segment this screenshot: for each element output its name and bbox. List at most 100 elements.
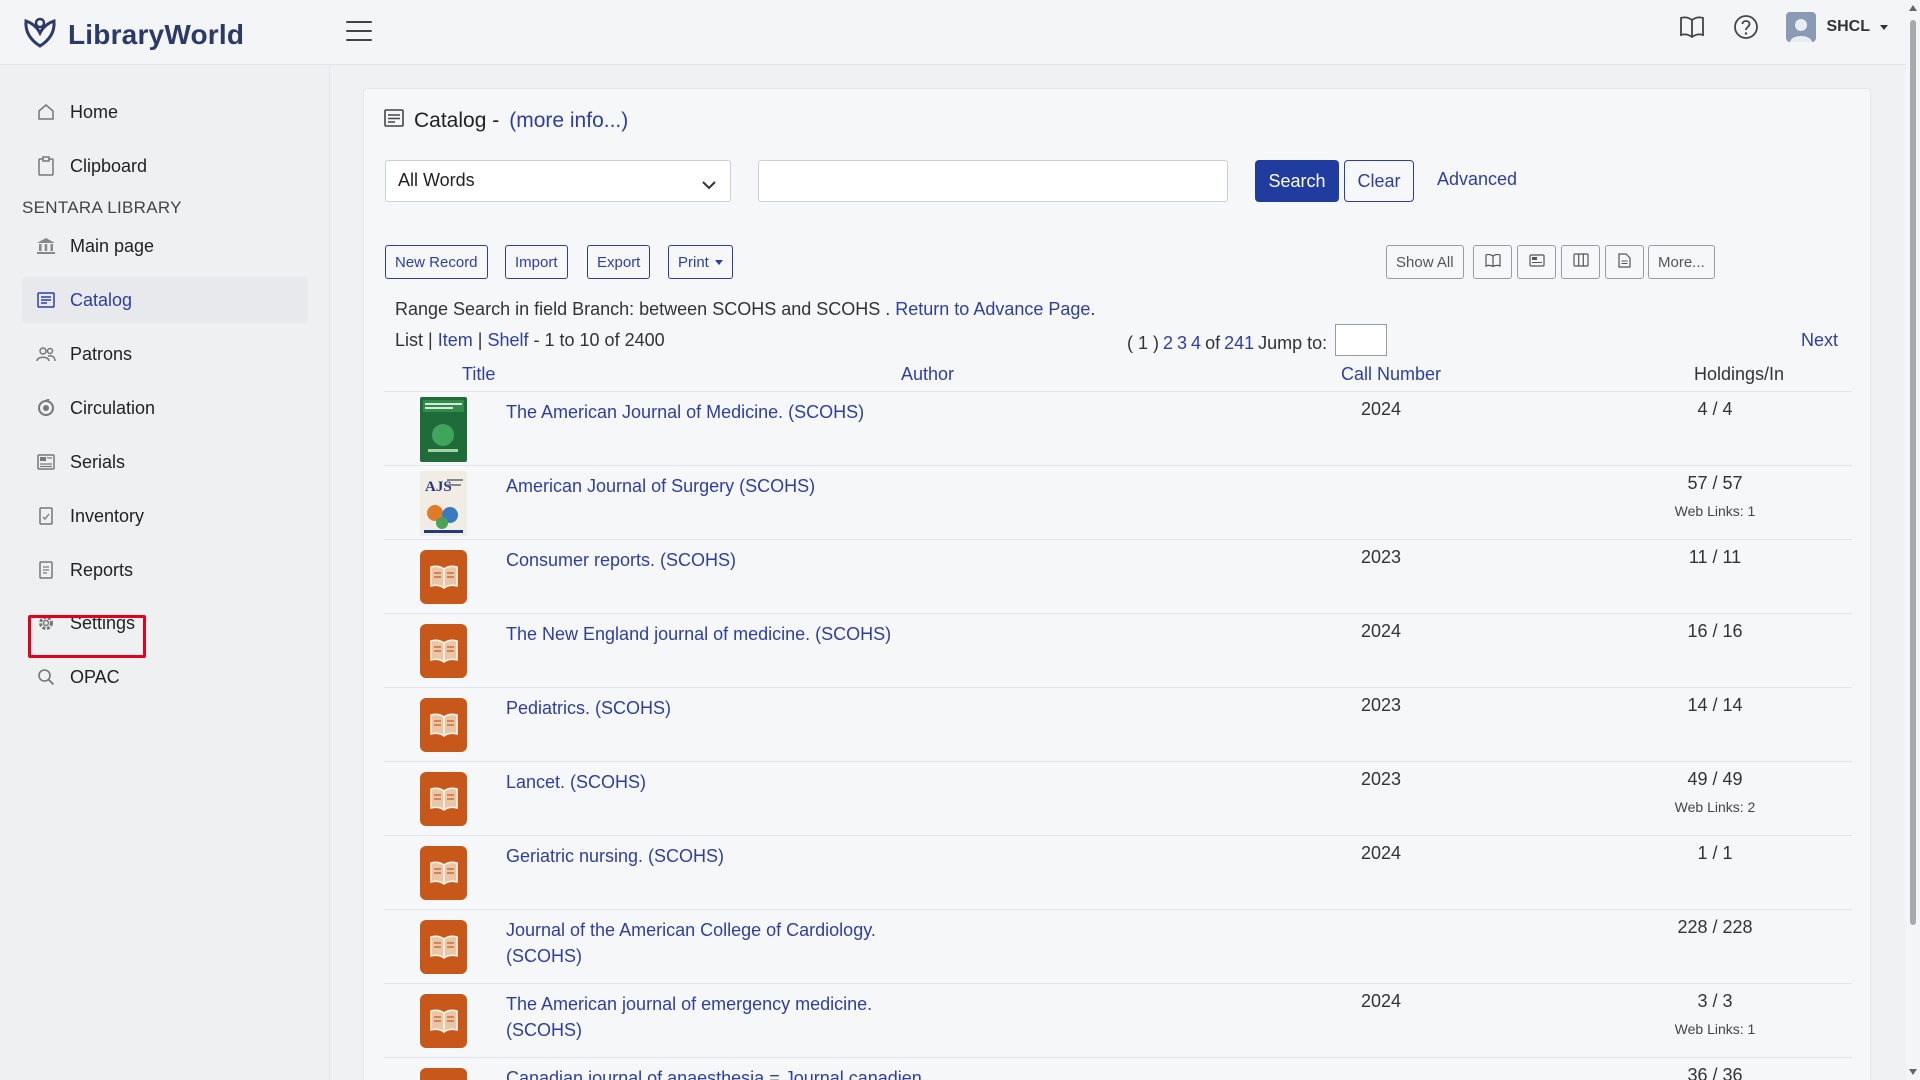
bank-icon bbox=[36, 236, 56, 256]
catalog-icon bbox=[36, 290, 56, 310]
record-title-link[interactable]: Consumer reports. (SCOHS) bbox=[506, 547, 926, 573]
export-button[interactable]: Export bbox=[587, 245, 651, 279]
jump-to-input[interactable] bbox=[1335, 324, 1388, 356]
range-search-info: Range Search in field Branch: between SC… bbox=[395, 299, 1095, 320]
record-title-link[interactable]: The American Journal of Medicine. (SCOHS… bbox=[506, 399, 926, 425]
view-shelf-link[interactable]: Shelf bbox=[487, 330, 528, 350]
range-period: . bbox=[1090, 299, 1096, 319]
svg-text:AJS: AJS bbox=[425, 479, 452, 495]
next-page-link[interactable]: Next bbox=[1801, 330, 1838, 351]
view-list-label: List bbox=[395, 330, 424, 350]
help-icon[interactable] bbox=[1732, 13, 1760, 41]
scroll-up-icon[interactable] bbox=[1909, 5, 1917, 11]
clear-button[interactable]: Clear bbox=[1344, 160, 1414, 202]
sidebar-item-clipboard[interactable]: Clipboard bbox=[22, 143, 308, 189]
book-icon[interactable] bbox=[420, 698, 467, 752]
column-header-call-number[interactable]: Call Number bbox=[1341, 364, 1441, 385]
menu-toggle-button[interactable] bbox=[346, 21, 372, 43]
record-title-link[interactable]: The New England journal of medicine. (SC… bbox=[506, 621, 926, 647]
page-title: Catalog - (more info...) bbox=[384, 109, 628, 133]
catalog-title: Catalog - bbox=[414, 109, 500, 132]
sidebar-item-reports[interactable]: Reports bbox=[22, 547, 308, 593]
more-info-link[interactable]: (more info...) bbox=[509, 109, 628, 133]
table-row: Journal of the American College of Cardi… bbox=[384, 909, 1852, 983]
cover-image[interactable] bbox=[420, 397, 467, 462]
call-number: 2023 bbox=[1361, 547, 1402, 567]
sidebar-item-serials[interactable]: Serials bbox=[22, 439, 308, 485]
book-icon[interactable] bbox=[420, 550, 467, 604]
page-link[interactable]: 4 bbox=[1191, 333, 1201, 354]
sidebar-item-inventory[interactable]: Inventory bbox=[22, 493, 308, 539]
view-switcher: List | Item | Shelf - 1 to 10 of 2400 bbox=[395, 330, 665, 351]
sidebar-item-circulation[interactable]: Circulation bbox=[22, 385, 308, 431]
column-header-author[interactable]: Author bbox=[901, 364, 954, 385]
table-row: The American Journal of Medicine. (SCOHS… bbox=[384, 391, 1852, 465]
scroll-down-icon[interactable] bbox=[1909, 1069, 1917, 1075]
book-icon[interactable] bbox=[420, 920, 467, 974]
import-button[interactable]: Import bbox=[505, 245, 568, 279]
holdings-count: 57 / 57 bbox=[1687, 473, 1743, 493]
column-header-title[interactable]: Title bbox=[462, 364, 495, 385]
last-page-link[interactable]: 241 bbox=[1224, 333, 1254, 354]
user-menu[interactable]: SHCL bbox=[1786, 12, 1888, 42]
search-button[interactable]: Search bbox=[1255, 160, 1339, 202]
app-logo[interactable]: LibraryWorld bbox=[22, 15, 244, 54]
avatar bbox=[1786, 12, 1817, 42]
holdings-count: 11 / 11 bbox=[1688, 547, 1742, 567]
sidebar-item-label: Home bbox=[70, 101, 119, 122]
call-number: 2023 bbox=[1361, 695, 1402, 715]
holdings-count: 1 / 1 bbox=[1697, 843, 1733, 863]
table-row: Lancet. (SCOHS) 2023 49 / 49 Web Links: … bbox=[384, 761, 1852, 835]
record-title-link[interactable]: Journal of the American College of Cardi… bbox=[506, 917, 926, 969]
view-document-button[interactable] bbox=[1605, 245, 1644, 279]
record-title-link[interactable]: Lancet. (SCOHS) bbox=[506, 769, 926, 795]
table-row: AJS American Journal of Surgery (SCOHS) … bbox=[384, 465, 1852, 539]
record-title-link[interactable]: Pediatrics. (SCOHS) bbox=[506, 695, 926, 721]
app-name: LibraryWorld bbox=[68, 18, 245, 50]
view-item-link[interactable]: Item bbox=[438, 330, 473, 350]
show-all-button[interactable]: Show All bbox=[1386, 245, 1464, 279]
page-link[interactable]: 3 bbox=[1177, 333, 1187, 354]
sidebar-item-catalog[interactable]: Catalog bbox=[22, 277, 308, 323]
page-scrollbar[interactable] bbox=[1906, 0, 1920, 1080]
columns-icon bbox=[1572, 253, 1589, 271]
sidebar-item-patrons[interactable]: Patrons bbox=[22, 331, 308, 377]
record-title-link[interactable]: Canadian journal of anaesthesia = Journa… bbox=[506, 1065, 926, 1080]
sidebar-item-home[interactable]: Home bbox=[22, 89, 308, 135]
view-columns-button[interactable] bbox=[1561, 245, 1600, 279]
record-title-link[interactable]: American Journal of Surgery (SCOHS) bbox=[506, 473, 926, 499]
record-title-link[interactable]: The American journal of emergency medici… bbox=[506, 991, 926, 1043]
new-record-button[interactable]: New Record bbox=[385, 245, 488, 279]
library-section-label: SENTARA LIBRARY bbox=[22, 198, 182, 217]
advanced-search-link[interactable]: Advanced bbox=[1437, 169, 1517, 190]
chevron-down-icon bbox=[1880, 24, 1888, 30]
sidebar-item-label: Catalog bbox=[70, 289, 133, 310]
gear-icon bbox=[36, 613, 56, 633]
pagination: ( 1 ) 2 3 4 of 241 Jump to: bbox=[1127, 324, 1388, 356]
record-title-link[interactable]: Geriatric nursing. (SCOHS) bbox=[506, 843, 926, 869]
book-open-icon[interactable] bbox=[1678, 13, 1706, 41]
search-input[interactable] bbox=[758, 160, 1228, 202]
book-icon[interactable] bbox=[420, 1068, 467, 1080]
sidebar-item-main-page[interactable]: Main page bbox=[22, 223, 308, 269]
sidebar-item-settings[interactable]: Settings bbox=[22, 600, 308, 646]
cover-image[interactable]: AJS bbox=[420, 471, 467, 536]
book-icon[interactable] bbox=[420, 846, 467, 900]
column-header-holdings: Holdings/In bbox=[1694, 364, 1785, 384]
print-button[interactable]: Print bbox=[668, 245, 733, 279]
sidebar-item-opac[interactable]: OPAC bbox=[22, 654, 308, 700]
book-icon[interactable] bbox=[420, 624, 467, 678]
more-button[interactable]: More... bbox=[1648, 245, 1715, 279]
print-label: Print bbox=[678, 253, 709, 271]
search-mode-select[interactable]: All Words bbox=[385, 160, 731, 202]
book-icon[interactable] bbox=[420, 994, 467, 1048]
holdings-count: 228 / 228 bbox=[1677, 917, 1753, 937]
view-book-button[interactable] bbox=[1473, 245, 1512, 279]
range-search-text: Range Search in field Branch: between SC… bbox=[395, 299, 891, 319]
call-number: 2024 bbox=[1361, 843, 1402, 863]
book-icon[interactable] bbox=[420, 772, 467, 826]
page-link[interactable]: 2 bbox=[1163, 333, 1173, 354]
return-advance-link[interactable]: Return to Advance Page bbox=[895, 299, 1090, 319]
view-card-button[interactable] bbox=[1517, 245, 1556, 279]
scrollbar-thumb[interactable] bbox=[1910, 20, 1916, 925]
